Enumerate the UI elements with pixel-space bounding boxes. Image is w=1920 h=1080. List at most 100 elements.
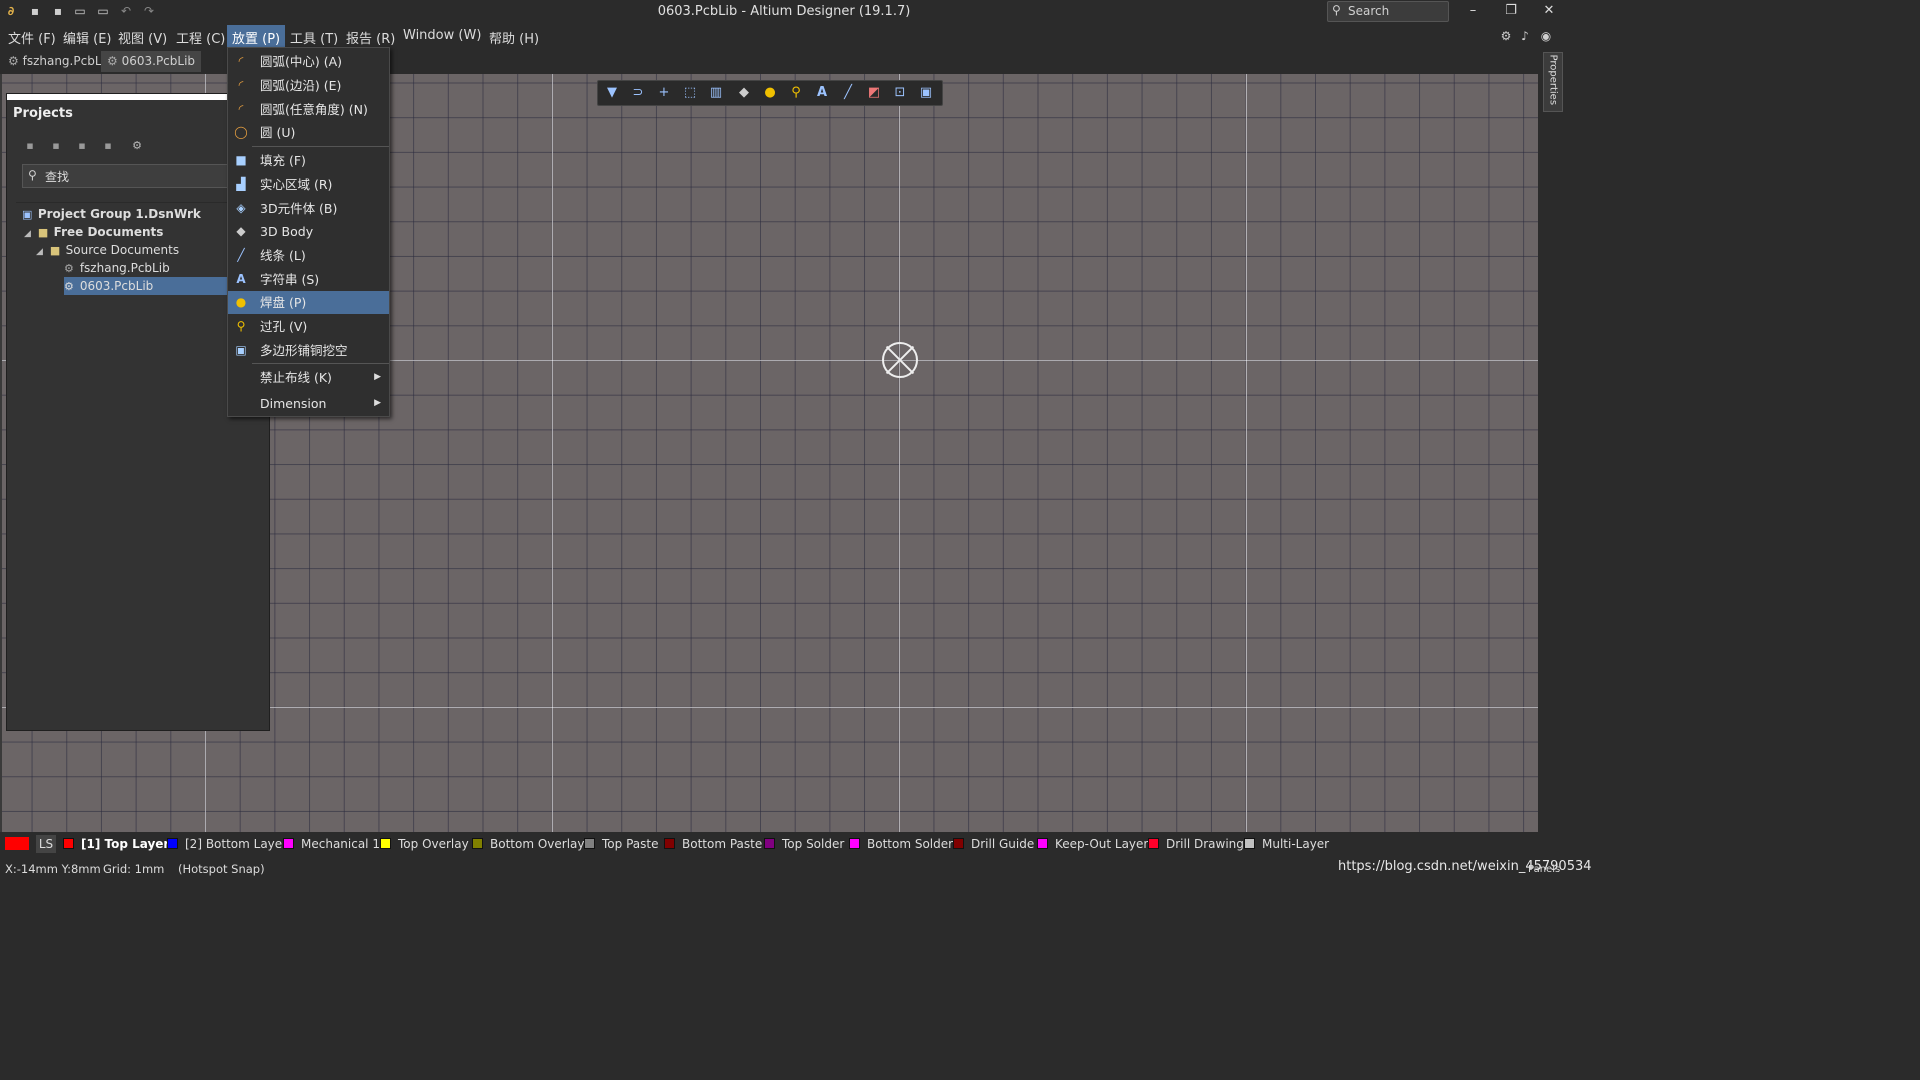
menu-item-arc-center[interactable]: ◜ 圆弧(中心) (A) — [228, 50, 389, 73]
menu-item-line[interactable]: ╱ 线条 (L) — [228, 244, 389, 267]
menu-item-arc-any-angle[interactable]: ◜ 圆弧(任意角度) (N) — [228, 98, 389, 121]
tree-item-free-documents[interactable]: ◢ ■ Free Documents — [24, 223, 163, 241]
layer-label: [2] Bottom Layer — [185, 837, 288, 851]
menu-item-pad[interactable]: ● 焊盘 (P) — [228, 291, 389, 314]
restore-button[interactable]: ❐ — [1492, 0, 1530, 22]
menu-window[interactable]: Window (W) — [399, 28, 485, 43]
menu-separator — [252, 363, 389, 364]
polygon-cutout-icon[interactable]: ▣ — [916, 84, 936, 102]
layer-tab-top-layer[interactable]: [1] Top Layer — [63, 835, 169, 853]
menu-file[interactable]: 文件 (F) — [4, 28, 60, 47]
layer-tab-drill-drawing[interactable]: Drill Drawing — [1148, 835, 1244, 853]
layer-color-swatch — [1037, 838, 1048, 849]
line-icon[interactable]: ╱ — [838, 84, 858, 102]
expand-icon[interactable]: ◢ — [24, 225, 34, 243]
copy-icon[interactable]: ▪ — [49, 139, 63, 153]
menu-item-fill[interactable]: ■ 填充 (F) — [228, 149, 389, 172]
align-icon[interactable]: ▥ — [706, 84, 726, 102]
layer-tab-top-overlay[interactable]: Top Overlay — [380, 835, 469, 853]
status-bar: X:-14mm Y:8mm Grid: 1mm (Hotspot Snap) h… — [0, 856, 1592, 882]
text-icon[interactable]: A — [812, 84, 832, 102]
tree-item-source-documents[interactable]: ◢ ■ Source Documents — [36, 241, 179, 259]
menu-edit[interactable]: 编辑 (E) — [59, 28, 116, 47]
layer-color-swatch — [664, 838, 675, 849]
dimension-icon[interactable]: ⊡ — [890, 84, 910, 102]
save-project-icon[interactable]: ▪ — [23, 139, 37, 153]
pcblib-icon: ⚙ — [64, 280, 74, 293]
layer-color-swatch — [283, 838, 294, 849]
panels-button[interactable]: Panels — [1528, 864, 1560, 875]
grid-size: Grid: 1mm — [103, 862, 165, 876]
tree-item-fszhang[interactable]: ⚙ fszhang.PcbLib — [64, 259, 170, 277]
gear-icon[interactable]: ⚙ — [130, 139, 144, 153]
arc-center-icon: ◜ — [238, 54, 244, 68]
layer-tab-bottom-solder[interactable]: Bottom Solder — [849, 835, 953, 853]
polygon-cutout-icon: ▣ — [235, 343, 247, 357]
layer-tab-top-solder[interactable]: Top Solder — [764, 835, 844, 853]
search-placeholder: Search — [1348, 4, 1390, 18]
layer-tab-bottom-paste[interactable]: Bottom Paste — [664, 835, 762, 853]
menu-item-3d-component-body[interactable]: ◈ 3D元件体 (B) — [228, 197, 389, 220]
menu-item-polygon-cutout[interactable]: ▣ 多边形铺铜挖空 — [228, 339, 389, 362]
tab-0603-pcblib[interactable]: ⚙ 0603.PcbLib — [101, 51, 202, 72]
layer-tab-drill-guide[interactable]: Drill Guide — [953, 835, 1034, 853]
pcblib-icon: ⚙ — [8, 54, 19, 68]
layer-label: Bottom Overlay — [490, 837, 585, 851]
layer-tab-keep-out-layer[interactable]: Keep-Out Layer — [1037, 835, 1148, 853]
via-icon[interactable]: ⚲ — [786, 84, 806, 102]
tree-label: 0603.PcbLib — [79, 279, 154, 293]
expand-icon[interactable]: ◢ — [36, 243, 46, 261]
menu-view[interactable]: 视图 (V) — [114, 28, 171, 47]
menu-item-3d-body[interactable]: ◆ 3D Body — [228, 220, 389, 243]
menu-item-via[interactable]: ⚲ 过孔 (V) — [228, 315, 389, 338]
tree-label: fszhang.PcbLib — [79, 261, 170, 275]
layer-tab-mechanical-1[interactable]: Mechanical 1 — [283, 835, 380, 853]
submenu-arrow-icon: ▶ — [374, 398, 381, 408]
tree-item-0603[interactable]: ⚙ 0603.PcbLib — [64, 277, 232, 295]
close-folder-icon[interactable]: ▪ — [101, 139, 115, 153]
keepout-icon[interactable]: ◩ — [864, 84, 884, 102]
menu-item-circle[interactable]: ◯ 圆 (U) — [228, 121, 389, 144]
panel-title: Projects — [13, 106, 73, 121]
pcblib-icon: ⚙ — [107, 54, 118, 68]
layer-tab-top-paste[interactable]: Top Paste — [584, 835, 658, 853]
minimize-button[interactable]: – — [1454, 0, 1492, 22]
layer-label: Drill Guide — [971, 837, 1035, 851]
project-search-input[interactable]: ⚲ 查找 — [22, 164, 230, 188]
tree-label: Source Documents — [65, 243, 180, 257]
workspace-icon: ▣ — [22, 208, 33, 221]
layer-tab-bottom-overlay[interactable]: Bottom Overlay — [472, 835, 584, 853]
crosshair-icon[interactable]: + — [654, 84, 674, 102]
fill-icon: ■ — [235, 153, 247, 167]
route-icon[interactable]: ⊃ — [628, 84, 648, 102]
tree-item-project-group[interactable]: ▣ Project Group 1.DsnWrk — [22, 205, 201, 223]
menu-project[interactable]: 工程 (C) — [172, 28, 229, 47]
menu-item-string[interactable]: A 字符串 (S) — [228, 268, 389, 291]
notifications-icon[interactable]: ♪ — [1517, 28, 1533, 44]
properties-panel-tab[interactable]: Properties — [1543, 52, 1563, 112]
origin-marker-icon — [882, 342, 918, 378]
3d-body-icon[interactable]: ◆ — [734, 84, 754, 102]
3d-body-icon: ◈ — [236, 201, 246, 215]
menu-reports[interactable]: 报告 (R) — [342, 28, 399, 47]
search-input[interactable]: ⚲ Search — [1327, 1, 1449, 22]
settings-icon[interactable]: ⚙ — [1498, 28, 1514, 44]
open-folder-icon[interactable]: ▪ — [75, 139, 89, 153]
menu-item-solid-region[interactable]: ▟ 实心区域 (R) — [228, 173, 389, 196]
layer-color-swatch — [584, 838, 595, 849]
layer-label: Mechanical 1 — [301, 837, 380, 851]
menu-help[interactable]: 帮助 (H) — [485, 28, 543, 47]
layer-tab-bottom-layer[interactable]: [2] Bottom Layer — [167, 835, 287, 853]
menu-item-arc-edge[interactable]: ◜ 圆弧(边沿) (E) — [228, 74, 389, 97]
layer-tab-multi-layer[interactable]: Multi-Layer — [1244, 835, 1329, 853]
user-account-icon[interactable]: ◉ — [1538, 28, 1554, 44]
pad-icon[interactable]: ● — [760, 84, 780, 102]
menu-item-keepout[interactable]: 禁止布线 (K) ▶ — [228, 366, 389, 389]
layer-set-button[interactable]: LS — [5, 835, 57, 853]
layer-label: Multi-Layer — [1262, 837, 1330, 851]
select-rect-icon[interactable]: ⬚ — [680, 84, 700, 102]
menu-tools[interactable]: 工具 (T) — [286, 28, 342, 47]
filter-icon[interactable]: ▼ — [602, 84, 622, 102]
menu-item-dimension[interactable]: Dimension ▶ — [228, 392, 389, 415]
close-button[interactable]: ✕ — [1530, 0, 1568, 22]
